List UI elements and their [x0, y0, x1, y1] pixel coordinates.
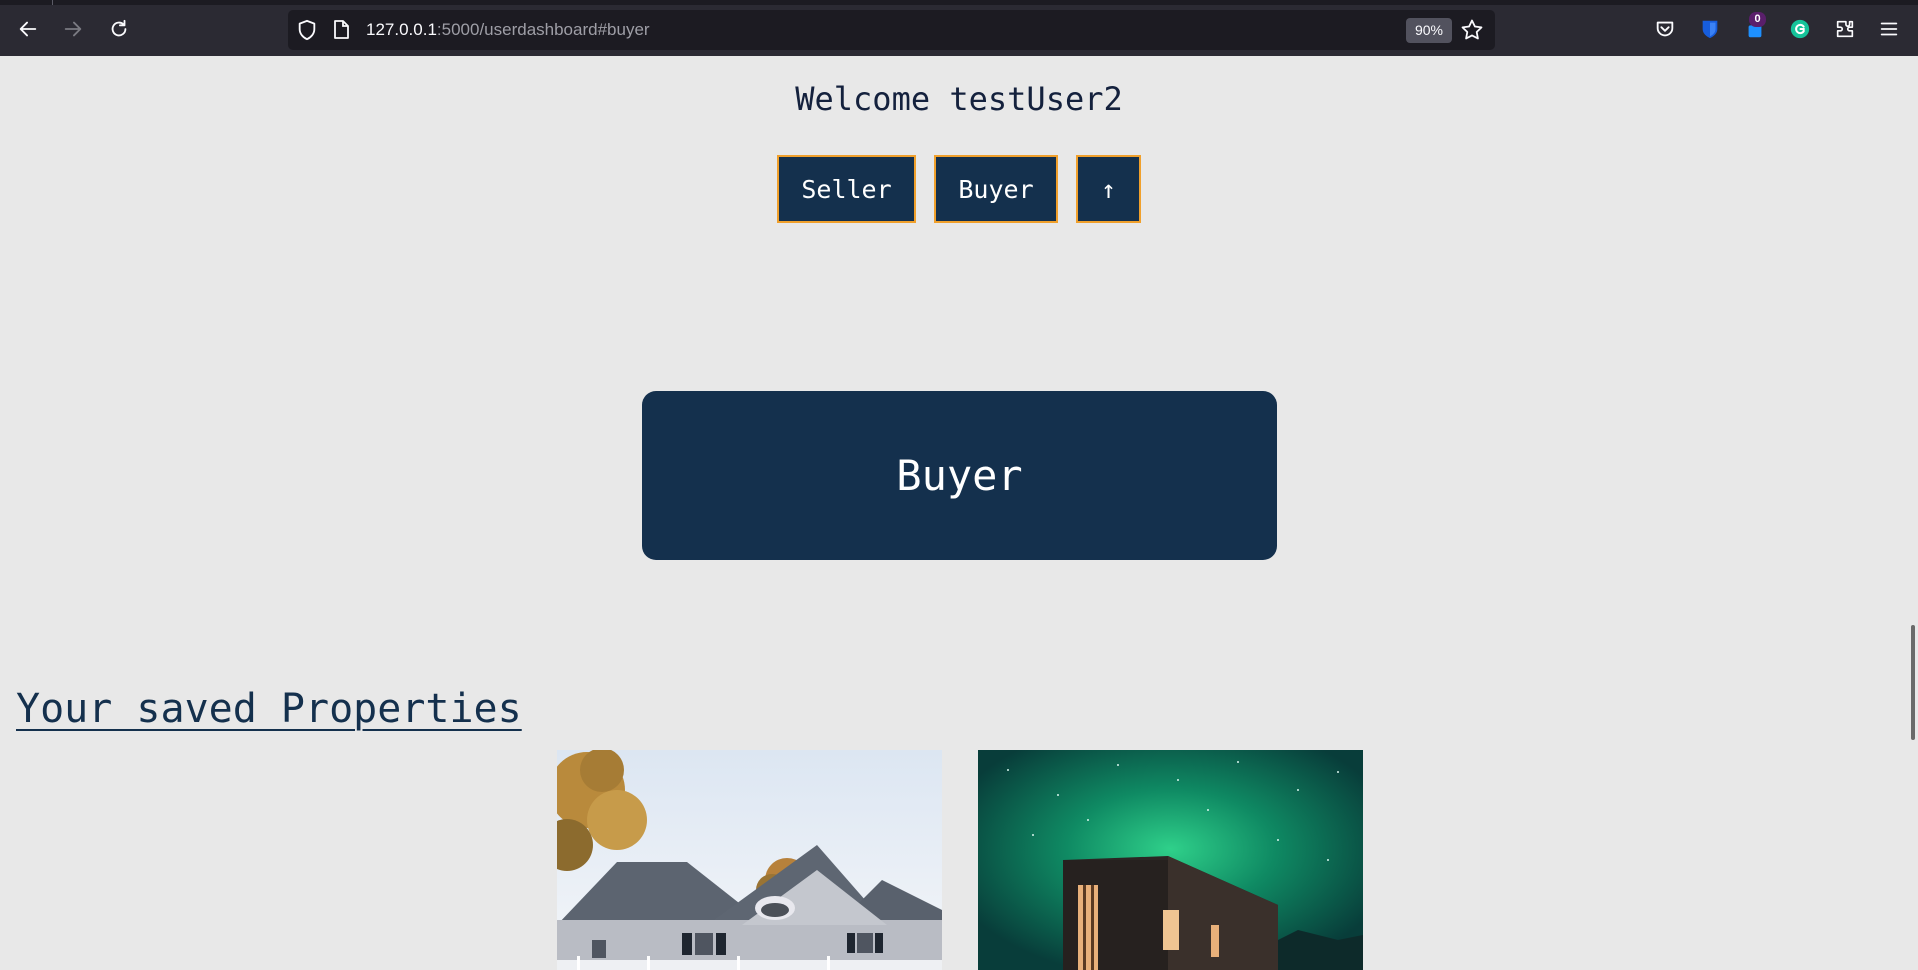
forward-icon: [64, 21, 82, 37]
url-path: :5000/userdashboard#buyer: [436, 20, 650, 39]
pocket-icon: [1656, 21, 1674, 37]
zoom-indicator[interactable]: 90%: [1406, 18, 1452, 43]
seller-button[interactable]: Seller: [777, 155, 916, 223]
bitwarden-button[interactable]: [1697, 16, 1723, 42]
grammarly-icon: [1790, 19, 1810, 39]
tab-strip: [0, 0, 1918, 5]
saved-properties-heading[interactable]: Your saved Properties: [16, 686, 522, 732]
menu-icon: [1880, 22, 1898, 36]
grammarly-button[interactable]: [1787, 16, 1813, 42]
forward-button[interactable]: [58, 14, 88, 44]
buyer-section-panel: Buyer: [642, 391, 1277, 560]
url-host: 127.0.0.1: [366, 20, 437, 39]
buyer-button[interactable]: Buyer: [934, 155, 1058, 223]
browser-toolbar: 127.0.0.1:5000/userdashboard#buyer 90% 0: [0, 0, 1918, 56]
saved-property-card[interactable]: [978, 750, 1363, 970]
address-bar[interactable]: 127.0.0.1:5000/userdashboard#buyer 90%: [288, 10, 1495, 50]
menu-button[interactable]: [1876, 16, 1902, 42]
reload-button[interactable]: [104, 14, 134, 44]
white-house-photo: [557, 750, 942, 970]
reload-icon: [111, 19, 127, 37]
bookmark-star-icon[interactable]: [1460, 18, 1484, 42]
buyer-section-title: Buyer: [896, 451, 1023, 500]
cabin-aurora-photo: [978, 750, 1363, 970]
page-scrollbar[interactable]: [1911, 625, 1915, 740]
saved-property-card[interactable]: [557, 750, 942, 970]
extension-count-badge: 0: [1749, 12, 1766, 27]
pocket-button[interactable]: [1652, 16, 1678, 42]
page-icon[interactable]: [332, 20, 350, 40]
tab-separator: [52, 0, 53, 5]
extensions-icon: [1836, 20, 1854, 38]
shield-icon[interactable]: [296, 19, 318, 41]
scroll-up-button[interactable]: ↑: [1076, 155, 1141, 223]
back-icon: [19, 21, 37, 37]
welcome-heading: Welcome testUser2: [795, 80, 1123, 118]
extensions-button[interactable]: [1832, 16, 1858, 42]
url-text[interactable]: 127.0.0.1:5000/userdashboard#buyer: [366, 10, 650, 50]
back-button[interactable]: [13, 14, 43, 44]
bitwarden-icon: [1702, 20, 1718, 39]
